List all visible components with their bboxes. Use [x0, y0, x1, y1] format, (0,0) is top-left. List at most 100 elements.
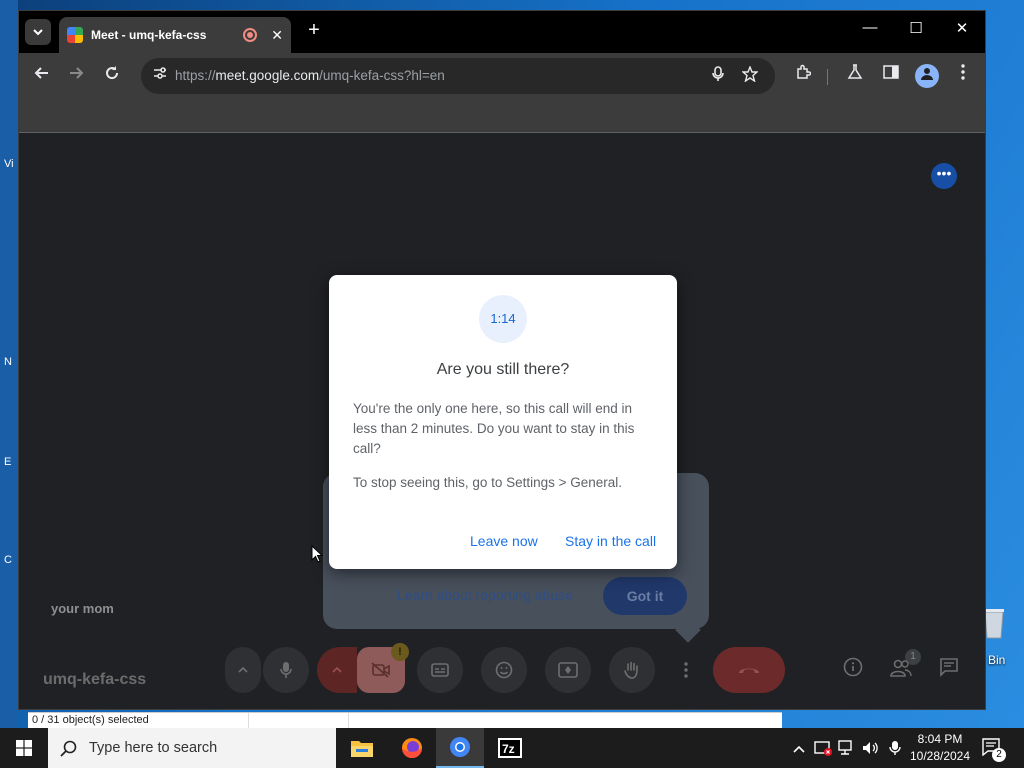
chat-button[interactable]	[935, 657, 963, 685]
more-vert-icon	[684, 662, 688, 678]
chevron-up-icon	[332, 667, 342, 673]
hang-up-icon	[739, 668, 759, 673]
desktop-icon-label[interactable]: C	[4, 554, 12, 566]
more-options-button[interactable]: •••	[931, 163, 957, 189]
toolbar-divider	[827, 69, 828, 85]
taskbar-clock[interactable]: 8:04 PM 10/28/2024	[906, 731, 974, 765]
bookmark-star-icon[interactable]	[739, 65, 761, 85]
taskbar-firefox[interactable]	[388, 728, 436, 768]
status-cell	[248, 713, 348, 728]
url-text[interactable]: https://meet.google.com/umq-kefa-css?hl=…	[175, 68, 445, 83]
meeting-code: umq-kefa-css	[43, 671, 147, 688]
reporting-abuse-link[interactable]: Learn about reporting abuse	[397, 587, 573, 603]
microphone-tray-icon[interactable]	[884, 740, 906, 759]
search-icon	[60, 740, 77, 757]
present-screen-icon	[558, 662, 578, 678]
close-window-button[interactable]: ✕	[947, 19, 977, 37]
explorer-status-text: 0 / 31 object(s) selected	[32, 714, 149, 726]
chevron-down-icon	[33, 29, 43, 36]
people-button[interactable]	[887, 657, 915, 685]
browser-window: Meet - umq-kefa-css ✕ + — ☐ ✕ https://me…	[18, 10, 986, 710]
tab-close-icon[interactable]: ✕	[271, 27, 283, 44]
tab-title: Meet - umq-kefa-css	[91, 28, 207, 42]
url-host: meet.google.com	[215, 68, 320, 83]
desktop-icon-label[interactable]: E	[4, 456, 11, 468]
meet-stage: ••• Learn about reporting abuse Got it y…	[19, 133, 985, 709]
menu-kebab-icon[interactable]	[951, 64, 975, 88]
browser-toolbar: https://meet.google.com/umq-kefa-css?hl=…	[19, 53, 985, 99]
site-settings-icon[interactable]	[149, 65, 171, 87]
tab-bar: Meet - umq-kefa-css ✕ + — ☐ ✕	[19, 11, 985, 53]
minimize-button[interactable]: —	[855, 19, 885, 36]
desktop-icon-label[interactable]: Vi	[4, 158, 14, 170]
reactions-button[interactable]	[481, 647, 527, 693]
info-icon	[843, 657, 863, 677]
tray-overflow-chevron-icon[interactable]	[788, 740, 810, 756]
explorer-status-bar: 0 / 31 object(s) selected	[28, 712, 782, 728]
volume-icon[interactable]	[860, 740, 882, 759]
tab-meet[interactable]: Meet - umq-kefa-css ✕	[59, 17, 291, 53]
raise-hand-button[interactable]	[609, 647, 655, 693]
info-bar	[19, 99, 985, 133]
taskbar-file-explorer[interactable]	[338, 728, 386, 768]
stay-in-call-button[interactable]: Stay in the call	[565, 533, 656, 549]
microphone-icon[interactable]	[707, 66, 729, 85]
present-screen-button[interactable]	[545, 647, 591, 693]
meet-favicon-icon	[67, 27, 83, 43]
search-placeholder: Type here to search	[89, 740, 218, 756]
side-panel-icon[interactable]	[879, 64, 903, 88]
chevron-up-icon	[238, 667, 248, 673]
reload-button[interactable]	[99, 63, 125, 89]
camera-off-icon	[371, 662, 390, 678]
taskbar-7zip[interactable]: 7z	[486, 728, 534, 768]
arrow-right-icon	[70, 67, 84, 79]
back-button[interactable]	[29, 63, 55, 89]
desktop-icon-label[interactable]: N	[4, 356, 12, 368]
audio-options-button[interactable]	[225, 647, 261, 693]
microphone-icon	[280, 662, 292, 678]
still-there-dialog: 1:14 Are you still there? You're the onl…	[329, 275, 677, 569]
svg-text:7z: 7z	[502, 742, 515, 756]
camera-warning-badge: !	[391, 643, 409, 661]
more-actions-button[interactable]	[671, 647, 701, 693]
leave-call-button[interactable]	[713, 647, 785, 693]
dialog-message: You're the only one here, so this call w…	[353, 401, 635, 456]
clock-date: 10/28/2024	[909, 749, 971, 763]
labs-flask-icon[interactable]	[843, 64, 867, 88]
network-icon[interactable]	[836, 740, 858, 759]
taskbar-chrome[interactable]	[436, 728, 484, 768]
clock-time: 8:04 PM	[917, 732, 963, 746]
address-bar[interactable]: https://meet.google.com/umq-kefa-css?hl=…	[141, 58, 775, 94]
emoji-icon	[495, 661, 513, 679]
new-tab-button[interactable]: +	[301, 19, 327, 42]
dialog-title: Are you still there?	[436, 361, 570, 378]
captions-button[interactable]	[417, 647, 463, 693]
captions-icon	[431, 663, 449, 677]
tab-search-button[interactable]	[25, 19, 51, 45]
participant-name: your mom	[51, 601, 114, 616]
leave-now-button[interactable]: Leave now	[470, 533, 538, 549]
firefox-icon	[402, 738, 422, 758]
security-warning-icon[interactable]	[812, 740, 834, 759]
maximize-button[interactable]: ☐	[901, 19, 931, 37]
chrome-icon	[450, 737, 470, 757]
start-button[interactable]	[0, 728, 48, 768]
7zip-icon: 7z	[498, 738, 522, 758]
extensions-icon[interactable]	[791, 64, 815, 88]
reload-icon	[106, 66, 119, 80]
video-options-button[interactable]	[317, 647, 357, 693]
arrow-left-icon	[34, 67, 48, 79]
got-it-button[interactable]: Got it	[603, 577, 687, 615]
profile-avatar-icon[interactable]	[915, 64, 939, 88]
dialog-hint: To stop seeing this, go to Settings > Ge…	[353, 475, 623, 490]
hand-icon	[624, 661, 638, 679]
windows-logo-icon	[16, 740, 32, 756]
recycle-bin-label: Bin	[988, 653, 1006, 667]
countdown-timer: 1:14	[479, 295, 527, 343]
forward-button[interactable]	[63, 63, 89, 89]
recording-indicator-icon	[243, 28, 258, 42]
microphone-button[interactable]	[263, 647, 309, 693]
meeting-info-button[interactable]	[839, 657, 867, 685]
url-scheme: https://	[175, 68, 216, 83]
taskbar-search[interactable]: Type here to search	[48, 728, 336, 768]
